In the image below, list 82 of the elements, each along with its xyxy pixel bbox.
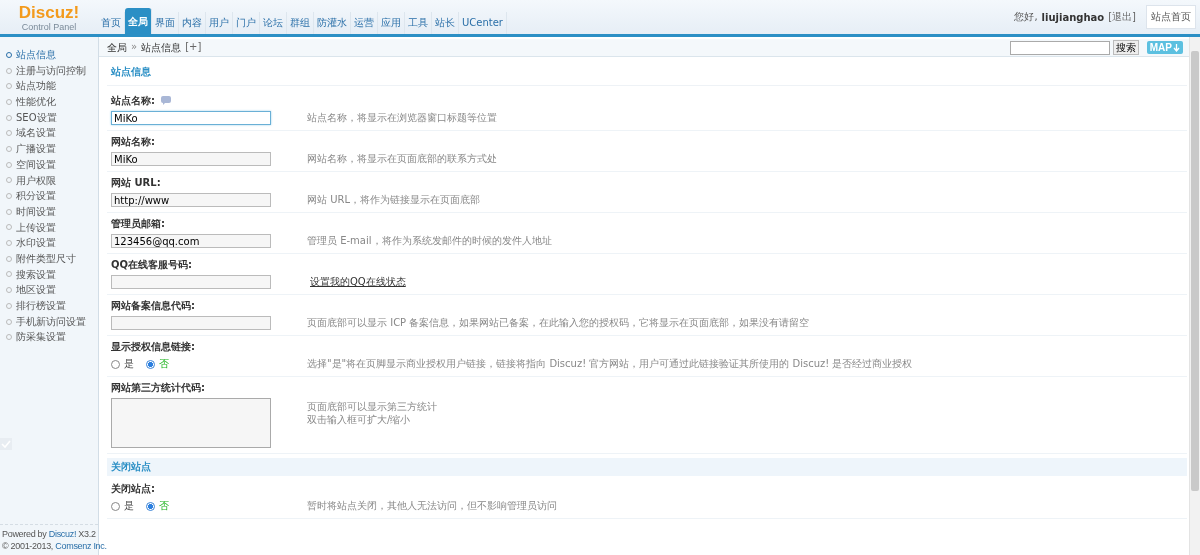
company-link[interactable]: Comsenz Inc. bbox=[55, 541, 107, 551]
nav-tab[interactable]: 内容 bbox=[179, 12, 206, 34]
hint-text: 双击输入框可扩大/缩小 bbox=[307, 413, 412, 426]
section-title: 关闭站点 bbox=[107, 458, 1187, 476]
section-title: 站点信息 bbox=[107, 63, 1187, 86]
hint-text: 站点名称，将显示在浏览器窗口标题等位置 bbox=[307, 111, 498, 125]
nav-tab[interactable]: UCenter bbox=[459, 12, 507, 34]
logout-link[interactable]: [退出] bbox=[1108, 10, 1136, 24]
search-button[interactable]: 搜索 bbox=[1112, 40, 1139, 55]
add-shortcut-link[interactable]: [+] bbox=[185, 40, 202, 55]
sidebar-item[interactable]: 性能优化 bbox=[0, 94, 98, 110]
nav-tab[interactable]: 运营 bbox=[351, 12, 378, 34]
sidebar-item[interactable]: 搜索设置 bbox=[0, 266, 98, 283]
setting-label: 网站第三方统计代码: bbox=[111, 380, 205, 395]
sidebar-item[interactable]: 域名设置 bbox=[0, 125, 98, 142]
sidebar-item[interactable]: 排行榜设置 bbox=[0, 298, 98, 314]
down-arrow-icon bbox=[1173, 43, 1180, 52]
text-input[interactable] bbox=[111, 316, 271, 330]
sidebar-item[interactable]: 广播设置 bbox=[0, 141, 98, 157]
sidebar-item[interactable]: 站点功能 bbox=[0, 78, 98, 95]
radio-option[interactable]: 是 bbox=[111, 499, 134, 513]
text-input[interactable] bbox=[111, 275, 271, 289]
setting-label: 站点名称: bbox=[111, 93, 155, 108]
sidebar-item[interactable]: 水印设置 bbox=[0, 235, 98, 251]
sidebar-item[interactable]: 用户权限 bbox=[0, 172, 98, 189]
sidebar-item[interactable]: 防采集设置 bbox=[0, 329, 98, 346]
breadcrumb-link[interactable]: 全局 bbox=[107, 40, 127, 55]
nav-tab[interactable]: 界面 bbox=[152, 12, 179, 34]
sidebar-item[interactable]: 积分设置 bbox=[0, 188, 98, 204]
text-input[interactable]: http://www bbox=[111, 193, 271, 207]
sidebar-item[interactable]: 空间设置 bbox=[0, 156, 98, 173]
breadcrumb-separator: » bbox=[131, 40, 138, 54]
setting-label: 关闭站点: bbox=[111, 481, 155, 496]
breadcrumb-current: 站点信息 bbox=[141, 40, 182, 55]
hint-text: 页面底部可以显示第三方统计 bbox=[307, 400, 438, 413]
text-input[interactable]: MiKo bbox=[111, 152, 271, 166]
hint-text: 页面底部可以显示 ICP 备案信息，如果网站已备案，在此输入您的授权码，它将显示在页面底部，如果没有请留空 bbox=[307, 316, 811, 330]
search-field[interactable] bbox=[1009, 40, 1110, 55]
nav-tab[interactable]: 论坛 bbox=[260, 12, 287, 34]
text-input[interactable]: 123456@qq.com bbox=[111, 234, 271, 248]
nav-tab[interactable]: 门户 bbox=[233, 12, 260, 34]
sidebar-item[interactable]: 站点信息 bbox=[0, 47, 98, 63]
sidebar-item[interactable]: 手机新访问设置 bbox=[0, 313, 98, 330]
sidebar-item[interactable]: 上传设置 bbox=[0, 219, 98, 236]
setting-label: 网站 URL: bbox=[111, 175, 161, 190]
hint-text: 网站名称，将显示在页面底部的联系方式处 bbox=[307, 152, 498, 166]
nav-tab[interactable]: 群组 bbox=[287, 12, 314, 34]
speech-bubble-icon[interactable] bbox=[161, 96, 171, 105]
setting-label: 网站名称: bbox=[111, 134, 155, 149]
nav-tab[interactable]: 全局 bbox=[125, 8, 152, 34]
copyright-text: © 2001-2013, bbox=[2, 541, 54, 551]
greeting-text: 您好, bbox=[1014, 10, 1038, 24]
qq-status-link[interactable]: 设置我的QQ在线状态 bbox=[307, 275, 1187, 289]
textarea-field[interactable] bbox=[111, 398, 271, 448]
logo-text: Discuz! bbox=[18, 4, 80, 22]
text-input[interactable]: MiKo bbox=[111, 111, 271, 125]
hint-text: 选择"是"将在页脚显示商业授权用户链接，链接将指向 Discuz! 官方网站，用户可通过此链接验证其所使用的 Discuz! 是否经过商业授权 bbox=[307, 357, 914, 371]
powered-text: Powered by bbox=[2, 529, 47, 539]
username: liujianghao bbox=[1041, 11, 1105, 23]
product-link[interactable]: Discuz! bbox=[48, 529, 77, 539]
hint-text: 暂时将站点关闭，其他人无法访问，但不影响管理员访问 bbox=[307, 499, 558, 513]
hint-text: 网站 URL，将作为链接显示在页面底部 bbox=[307, 193, 482, 207]
scrollbar[interactable] bbox=[1189, 37, 1200, 555]
setting-label: 管理员邮箱: bbox=[111, 216, 165, 231]
radio-option[interactable]: 是 bbox=[111, 357, 134, 371]
setting-label: 网站备案信息代码: bbox=[111, 298, 195, 313]
setting-label: 显示授权信息链接: bbox=[111, 339, 195, 354]
nav-tab[interactable]: 应用 bbox=[378, 12, 405, 34]
sidebar-item[interactable]: 时间设置 bbox=[0, 203, 98, 220]
hint-text: 管理员 E-mail，将作为系统发邮件的时候的发件人地址 bbox=[307, 234, 553, 248]
nav-tab[interactable]: 用户 bbox=[206, 12, 233, 34]
site-home-button[interactable]: 站点首页 bbox=[1146, 5, 1196, 29]
sidebar-item[interactable]: 附件类型尺寸 bbox=[0, 250, 98, 267]
version-text: X3.2 bbox=[78, 529, 96, 539]
nav-tab[interactable]: 防灌水 bbox=[314, 12, 351, 34]
logo-subtitle: Control Panel bbox=[21, 22, 77, 32]
sidebar-item[interactable]: 地区设置 bbox=[0, 282, 98, 298]
nav-tab[interactable]: 站长 bbox=[432, 12, 459, 34]
setting-label: QQ在线客服号码: bbox=[111, 257, 192, 272]
nav-tab[interactable]: 工具 bbox=[405, 12, 432, 34]
sidebar-item[interactable]: SEO设置 bbox=[0, 109, 98, 126]
sidebar-item[interactable]: 注册与访问控制 bbox=[0, 62, 98, 79]
